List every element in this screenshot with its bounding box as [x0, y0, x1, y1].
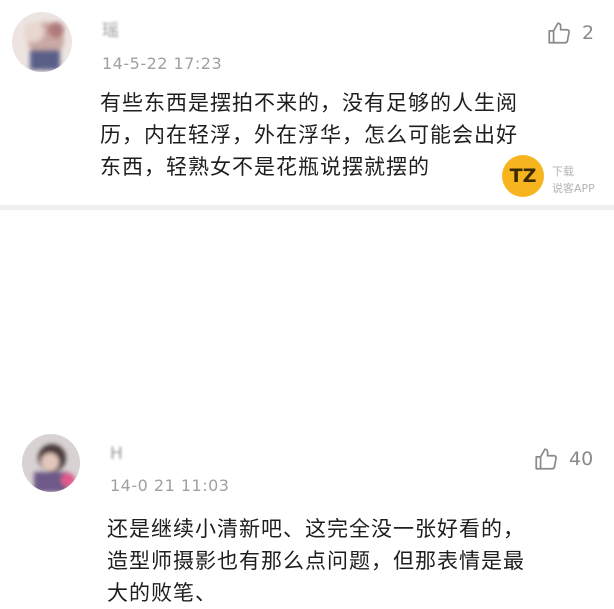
comment-line: 东西，轻熟女不是花瓶说摆就摆的 — [100, 155, 430, 179]
comment-line: 有些东西是摆拍不来的，没有足够的人生阅 — [100, 91, 518, 115]
watermark-app-name: 说客APP — [552, 182, 595, 195]
comment-2: H 14-0 21 11:03 40 还是继续小清新吧、这完全没一张好看的， 造… — [0, 210, 614, 605]
app-logo-badge: TZ — [502, 155, 544, 197]
comment-line: 造型师摄影也有那么点问题，但那表情是最 — [107, 549, 525, 573]
like-count: 2 — [582, 22, 595, 44]
like-button[interactable]: 2 — [546, 20, 594, 46]
comment-text: 有些东西是摆拍不来的，没有足够的人生阅 历，内在轻浮，外在浮华，怎么可能会出好 … — [100, 87, 520, 183]
comment-1: 瑶 14-5-22 17:23 2 有些东西是摆拍不来的，没有足够的人生阅 历，… — [0, 0, 614, 206]
thumbs-up-icon — [535, 448, 557, 470]
avatar-icon[interactable] — [12, 12, 72, 72]
avatar-image — [22, 434, 80, 492]
timestamp: 14-5-22 17:23 — [102, 54, 223, 73]
watermark-download: 下载 — [552, 165, 574, 178]
avatar-icon[interactable] — [22, 434, 80, 492]
thumbs-up-icon — [548, 22, 570, 44]
comment-line: 还是继续小清新吧、这完全没一张好看的， — [107, 517, 525, 541]
username[interactable]: 瑶 — [102, 16, 120, 41]
timestamp: 14-0 21 11:03 — [110, 476, 230, 495]
username[interactable]: H — [110, 444, 124, 464]
comment-line: 大的败笔、 — [107, 581, 217, 605]
like-button[interactable]: 40 — [533, 446, 593, 472]
comment-text: 还是继续小清新吧、这完全没一张好看的， 造型师摄影也有那么点问题，但那表情是最 … — [107, 513, 577, 609]
avatar-image — [12, 12, 72, 72]
like-count: 40 — [569, 448, 594, 470]
comment-line: 历，内在轻浮，外在浮华，怎么可能会出好 — [100, 123, 518, 147]
